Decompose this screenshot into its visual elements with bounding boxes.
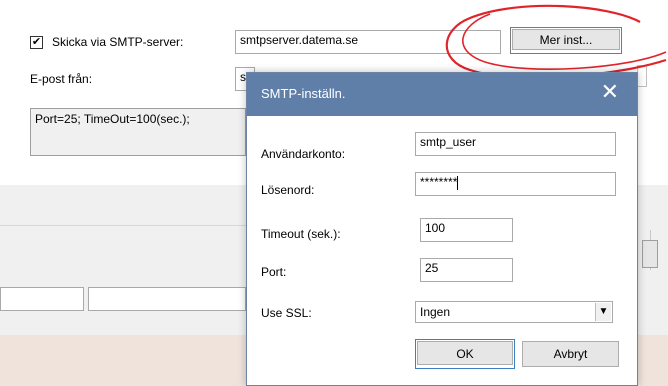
checkmark-icon: ✔ <box>31 36 42 48</box>
smtp-checkbox-label: Skicka via SMTP-server: <box>52 35 184 49</box>
info-text: Port=25; TimeOut=100(sec.); <box>35 112 190 126</box>
from-label: E-post från: <box>30 72 93 86</box>
ssl-selected-value: Ingen <box>420 305 451 319</box>
chevron-down-icon[interactable]: ▼ <box>595 303 611 321</box>
password-value: ******** <box>420 175 458 189</box>
ok-button[interactable]: OK <box>415 339 515 369</box>
close-icon[interactable]: ✕ <box>601 81 619 103</box>
separator <box>0 225 250 226</box>
ssl-select[interactable]: Ingen ▼ <box>415 301 613 323</box>
account-label: Användarkonto: <box>261 147 346 161</box>
dialog-titlebar: SMTP-inställn. ✕ <box>247 73 637 116</box>
password-input[interactable]: ******** <box>415 172 616 196</box>
info-box: Port=25; TimeOut=100(sec.); <box>30 108 246 156</box>
account-input[interactable]: smtp_user <box>415 132 616 156</box>
text-cursor <box>457 175 459 190</box>
port-input[interactable]: 25 <box>420 258 513 282</box>
grid-cell[interactable] <box>88 287 246 311</box>
dialog-title: SMTP-inställn. <box>261 86 346 101</box>
smtp-settings-dialog: SMTP-inställn. ✕ Användarkonto: smtp_use… <box>246 72 638 386</box>
grid-cell[interactable] <box>0 287 84 311</box>
ssl-label: Use SSL: <box>261 306 312 320</box>
cancel-button[interactable]: Avbryt <box>522 341 619 367</box>
hidden-button-edge[interactable] <box>642 240 658 268</box>
ok-button-label: OK <box>417 341 513 365</box>
password-label: Lösenord: <box>261 183 315 197</box>
timeout-input[interactable]: 100 <box>420 218 513 242</box>
port-label: Port: <box>261 265 287 279</box>
timeout-label: Timeout (sek.): <box>261 227 341 241</box>
